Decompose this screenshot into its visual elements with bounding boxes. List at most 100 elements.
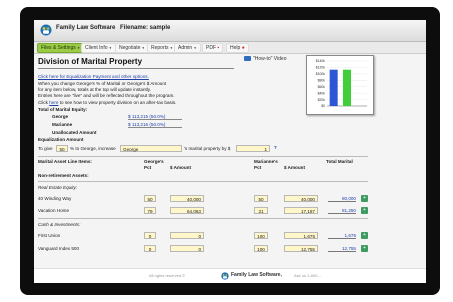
give-person-select[interactable]: George <box>120 145 182 152</box>
help-icon[interactable]: ? <box>274 145 277 150</box>
row-edit-button-vanguard[interactable]: + <box>361 245 368 252</box>
give-amount-input[interactable]: 1 <box>236 145 270 152</box>
title-bar: Family Law Software Filename: sample <box>34 20 426 42</box>
marianne-amount-vanguard[interactable]: 12,755 <box>284 245 318 252</box>
give-percent-input[interactable]: 50 <box>56 145 68 152</box>
row-edit-button-first-union[interactable]: + <box>361 232 368 239</box>
pdf-icon: ▪ <box>217 45 220 51</box>
menu-help-label: Help <box>230 45 241 51</box>
row-label-first-union: First Union <box>38 233 61 238</box>
chart-ytick-label: $140k <box>316 59 326 63</box>
non-retirement-heading: Non-retirement Assets: <box>38 173 89 178</box>
table-top-rule <box>38 156 368 157</box>
intro-line-1: When you change George's % of Marital or… <box>38 81 167 86</box>
filename-label: Filename: sample <box>120 25 171 31</box>
footer: All rights reserved © Family Law Softwar… <box>34 268 426 283</box>
app-name: Family Law Software <box>56 25 116 31</box>
equity-george-value: $ 113,215 (50.0%) <box>128 114 182 120</box>
menu-files-settings[interactable]: Files & Settings ▼ <box>37 43 85 53</box>
footer-contact: Ask us 1-800-... <box>294 273 323 278</box>
chart-bar <box>329 69 338 106</box>
row-edit-button-vacation-home[interactable]: + <box>361 207 368 214</box>
row-label-vanguard: Vanguard Index 500 <box>38 246 80 251</box>
total-winding-way: 80,000 <box>328 196 356 202</box>
family-logo-icon <box>40 24 52 36</box>
give-prefix: To give <box>38 146 53 151</box>
row-label-winding-way: 40 Winding Way <box>38 196 72 201</box>
how-to-video-label: "How-to" Video <box>253 56 287 62</box>
after-tax-suffix: to see how to view property division on … <box>59 100 177 105</box>
chevron-down-icon: ▼ <box>193 46 197 50</box>
table-george-pct-header: Pct <box>144 165 152 170</box>
table-marianne-amount-header: $ Amount <box>284 165 306 170</box>
chart-ytick-label: $120k <box>316 66 326 70</box>
chart-ytick-label: $0 <box>321 104 325 108</box>
footer-logo-icon <box>221 272 229 280</box>
menu-client-info[interactable]: Client Info ▼ <box>81 43 116 53</box>
equity-george-label: George <box>52 114 69 119</box>
menu-reports-label: Reports <box>151 45 169 51</box>
after-tax-prefix: Click <box>38 100 48 105</box>
equalization-amount-label: Equalization Amount <box>38 137 84 142</box>
menu-negotiate[interactable]: Negotiate ▼ <box>115 43 149 53</box>
menu-reports[interactable]: Reports ▼ <box>147 43 177 53</box>
george-pct-first-union[interactable]: 0 <box>144 232 156 239</box>
chevron-down-icon: ▼ <box>108 46 112 50</box>
menu-files-settings-label: Files & Settings <box>41 45 76 51</box>
marianne-pct-vacation-home[interactable]: 21 <box>254 207 268 214</box>
george-amount-vanguard[interactable]: 0 <box>170 245 204 252</box>
marianne-pct-vanguard[interactable]: 100 <box>254 245 268 252</box>
marianne-pct-winding-way[interactable]: 50 <box>254 195 268 202</box>
equity-marianne-value: $ 113,216 (50.0%) <box>128 122 182 128</box>
title-divider <box>38 68 234 69</box>
after-tax-link[interactable]: here <box>49 100 58 105</box>
help-icon: ● <box>241 45 245 51</box>
give-middle-text: % to George, increase <box>70 146 116 151</box>
equity-unallocated-label: Unallocated Amount <box>52 130 97 135</box>
george-pct-winding-way[interactable]: 50 <box>144 195 156 202</box>
george-amount-vacation-home[interactable]: 64,063 <box>170 207 204 214</box>
chart-bar <box>343 69 351 106</box>
chart-ytick-label: $100k <box>316 72 326 76</box>
marianne-amount-vacation-home[interactable]: 17,187 <box>284 207 318 214</box>
section-title-real-estate: Real Estate Equity: <box>38 185 78 190</box>
chevron-down-icon: ▼ <box>77 46 81 50</box>
table-marianne-header: Marianne's <box>254 159 278 164</box>
menu-admin[interactable]: Admin ▼ <box>174 43 201 53</box>
video-camera-icon <box>244 56 251 62</box>
marianne-amount-first-union[interactable]: 1,675 <box>284 232 318 239</box>
chart-ytick-label: $20k <box>318 98 326 102</box>
george-pct-vacation-home[interactable]: 79 <box>144 207 156 214</box>
marianne-pct-first-union[interactable]: 100 <box>254 232 268 239</box>
how-to-video-link[interactable]: "How-to" Video <box>244 56 286 62</box>
chart-ytick-label: $40k <box>318 91 326 95</box>
row-label-vacation-home: Vacation Home <box>38 208 70 213</box>
give-suffix: 's marital property by $ <box>184 146 231 151</box>
intro-line-3: Entries here are "live" and will be refl… <box>38 93 175 98</box>
menu-pdf-label: PDF <box>206 45 216 51</box>
intro-line-2: for any item below, totals at the top wi… <box>38 87 152 92</box>
george-amount-first-union[interactable]: 0 <box>170 232 204 239</box>
chevron-down-icon: ▼ <box>169 46 173 50</box>
george-pct-vanguard[interactable]: 0 <box>144 245 156 252</box>
chart-ytick-label: $60k <box>318 85 326 89</box>
app-screen: Family Law Software Filename: sample Fil… <box>34 20 426 283</box>
total-vanguard: 12,755 <box>328 246 356 252</box>
total-first-union: 1,675 <box>328 233 356 239</box>
menu-negotiate-label: Negotiate <box>119 45 141 51</box>
menu-admin-label: Admin <box>178 45 193 51</box>
table-total-header: Total Marital <box>326 159 353 164</box>
after-tax-line: Click here to see how to view property d… <box>38 100 176 105</box>
row-edit-button-winding-way[interactable]: + <box>361 195 368 202</box>
equity-marianne-label: Marianne <box>52 122 73 127</box>
marianne-amount-winding-way[interactable]: 40,000 <box>284 195 318 202</box>
menu-help[interactable]: Help ● <box>226 43 249 53</box>
table-george-header: George's <box>144 159 164 164</box>
george-amount-winding-way[interactable]: 40,000 <box>170 195 204 202</box>
table-header-rule <box>38 181 368 182</box>
total-vacation-home: 81,250 <box>328 208 356 214</box>
equalization-link[interactable]: Click here for Equalization Payment and … <box>38 74 149 79</box>
equity-chart-svg: $0 $20k $40k $60k $80k $100k $120k $140k <box>316 59 367 108</box>
menu-pdf[interactable]: PDF ▪ <box>202 43 224 53</box>
menu-client-info-label: Client Info <box>85 45 108 51</box>
